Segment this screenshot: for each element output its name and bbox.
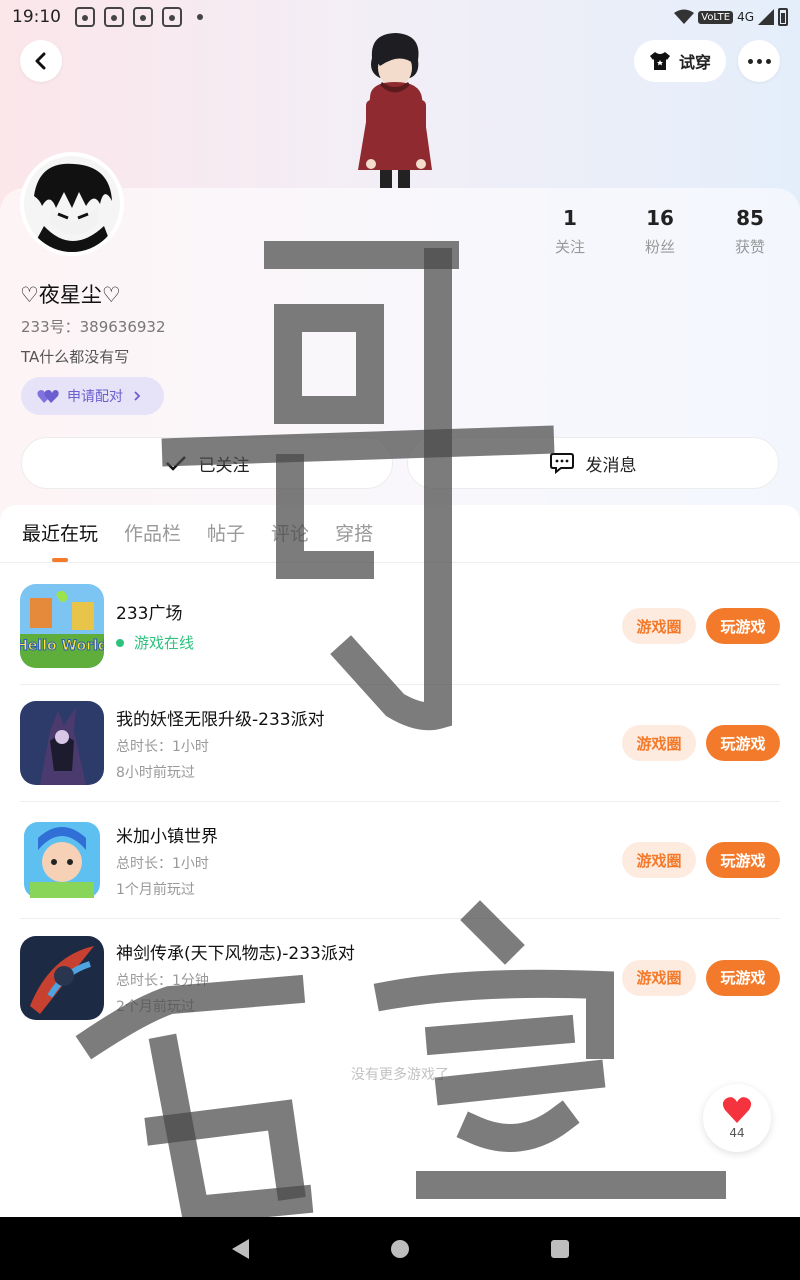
game-icon-233-plaza: Hello World	[20, 584, 104, 668]
hello-world-text: Hello World	[20, 638, 104, 654]
game-name: 我的妖怪无限升级-233派对	[116, 709, 325, 730]
game-name: 神剑传承(天下风物志)-233派对	[116, 944, 355, 964]
stat-label: 粉丝	[644, 238, 675, 256]
chevron-left-icon	[35, 52, 46, 70]
no-more-games-text: 没有更多游戏了	[351, 1067, 449, 1083]
game-info: 233广场 游戏在线	[116, 599, 622, 653]
status-indicators: VoLTE 4G	[674, 8, 788, 26]
game-row[interactable]: 神剑传承(天下风物志)-233派对 总时长：1分钟 2个月前玩过 游戏圈 玩游戏	[20, 919, 780, 1036]
user-id: 233号：389636932	[21, 318, 166, 336]
game-playtime: 总时长：1小时	[116, 738, 209, 755]
paw-notification-icon	[162, 7, 182, 27]
game-icon-monster	[20, 701, 104, 785]
send-message-label: 发消息	[585, 455, 637, 476]
profile-actions: 已关注 发消息	[21, 437, 779, 489]
more-options-button[interactable]	[738, 40, 780, 82]
game-row[interactable]: 米加小镇世界 总时长：1小时 1个月前玩过 游戏圈 玩游戏	[20, 802, 780, 919]
avatar-image	[24, 156, 120, 252]
like-count: 44	[729, 1126, 745, 1140]
nav-back-icon[interactable]	[229, 1237, 251, 1261]
game-circle-button[interactable]: 游戏圈	[622, 842, 696, 878]
more-notifications-dot	[197, 14, 203, 20]
tab-posts[interactable]: 帖子	[207, 505, 245, 562]
system-nav-bar	[0, 1217, 800, 1280]
game-name: 米加小镇世界	[116, 826, 218, 847]
hearts-icon	[37, 390, 59, 403]
game-circle-button[interactable]: 游戏圈	[622, 959, 696, 996]
tab-recently-played[interactable]: 最近在玩	[22, 505, 98, 562]
game-last-played: 2个月前玩过	[116, 999, 195, 1015]
game-icon-sword	[20, 935, 104, 1020]
stat-number: 16	[646, 206, 674, 230]
game-info: 我的妖怪无限升级-233派对 总时长：1小时 8小时前玩过	[116, 705, 622, 782]
game-icon-miga-town	[20, 818, 104, 902]
status-time: 19:10	[12, 7, 61, 27]
stat-fans[interactable]: 16 粉丝	[615, 206, 705, 257]
game-last-played: 8小时前玩过	[116, 764, 195, 781]
recent-games-list: Hello World 233广场 游戏在线 游戏圈 玩游戏 我的妖怪无限升级-…	[20, 568, 780, 1036]
play-game-button[interactable]: 玩游戏	[706, 842, 780, 878]
stat-label: 获赞	[734, 238, 765, 256]
try-on-button[interactable]: 试穿	[634, 40, 726, 82]
nav-home-icon[interactable]	[389, 1238, 411, 1260]
game-info: 米加小镇世界 总时长：1小时 1个月前玩过	[116, 822, 622, 899]
profile-stats: 1 关注 16 粉丝 85 获赞	[525, 206, 795, 257]
game-name: 233广场	[116, 604, 183, 624]
apply-pair-button[interactable]: 申请配对	[21, 377, 164, 415]
network-type: 4G	[737, 10, 754, 24]
back-button[interactable]	[20, 40, 62, 82]
check-icon	[165, 456, 186, 471]
tshirt-icon	[649, 52, 670, 70]
more-dots-icon	[747, 58, 771, 64]
nickname: ♡夜星尘♡	[20, 283, 121, 307]
paw-notification-icon	[104, 7, 124, 27]
stat-following[interactable]: 1 关注	[525, 206, 615, 257]
game-circle-button[interactable]: 游戏圈	[622, 725, 696, 761]
heart-icon	[722, 1097, 752, 1123]
avatar-character-image	[358, 33, 432, 188]
send-message-button[interactable]: 发消息	[407, 437, 779, 489]
game-last-played: 1个月前玩过	[116, 881, 195, 898]
nav-recents-icon[interactable]	[549, 1238, 571, 1260]
tab-outfits[interactable]: 穿搭	[335, 505, 373, 562]
stat-number: 85	[736, 206, 764, 230]
followed-label: 已关注	[198, 455, 250, 476]
paw-notification-icon	[133, 7, 153, 27]
like-button[interactable]: 44	[703, 1084, 771, 1152]
play-game-button[interactable]: 玩游戏	[706, 959, 780, 996]
game-circle-button[interactable]: 游戏圈	[622, 608, 696, 644]
chevron-right-icon	[134, 391, 141, 401]
play-game-button[interactable]: 玩游戏	[706, 725, 780, 761]
tab-comments[interactable]: 评论	[271, 505, 309, 562]
game-info: 神剑传承(天下风物志)-233派对 总时长：1分钟 2个月前玩过	[116, 939, 622, 1016]
profile-tabs: 最近在玩 作品栏 帖子 评论 穿搭	[0, 505, 800, 563]
battery-icon	[778, 8, 788, 26]
paw-notification-icon	[75, 7, 95, 27]
game-row[interactable]: Hello World 233广场 游戏在线 游戏圈 玩游戏	[20, 568, 780, 685]
stat-label: 关注	[554, 238, 585, 256]
avatar[interactable]	[20, 152, 124, 256]
try-on-label: 试穿	[678, 53, 711, 72]
signal-icon	[758, 9, 774, 25]
chat-bubble-icon	[549, 453, 574, 474]
stat-number: 1	[563, 206, 577, 230]
followed-button[interactable]: 已关注	[21, 437, 393, 489]
game-online-status: 游戏在线	[116, 632, 622, 653]
tab-works[interactable]: 作品栏	[124, 505, 181, 562]
apply-pair-label: 申请配对	[67, 389, 123, 405]
game-playtime: 总时长：1小时	[116, 855, 209, 872]
status-bar: 19:10 VoLTE 4G	[0, 0, 800, 34]
game-playtime: 总时长：1分钟	[116, 973, 209, 989]
game-row[interactable]: 我的妖怪无限升级-233派对 总时长：1小时 8小时前玩过 游戏圈 玩游戏	[20, 685, 780, 802]
wifi-icon	[674, 9, 695, 24]
user-bio: TA什么都没有写	[21, 348, 130, 366]
play-game-button[interactable]: 玩游戏	[706, 608, 780, 644]
stat-likes[interactable]: 85 获赞	[705, 206, 795, 257]
volte-badge: VoLTE	[698, 10, 734, 24]
